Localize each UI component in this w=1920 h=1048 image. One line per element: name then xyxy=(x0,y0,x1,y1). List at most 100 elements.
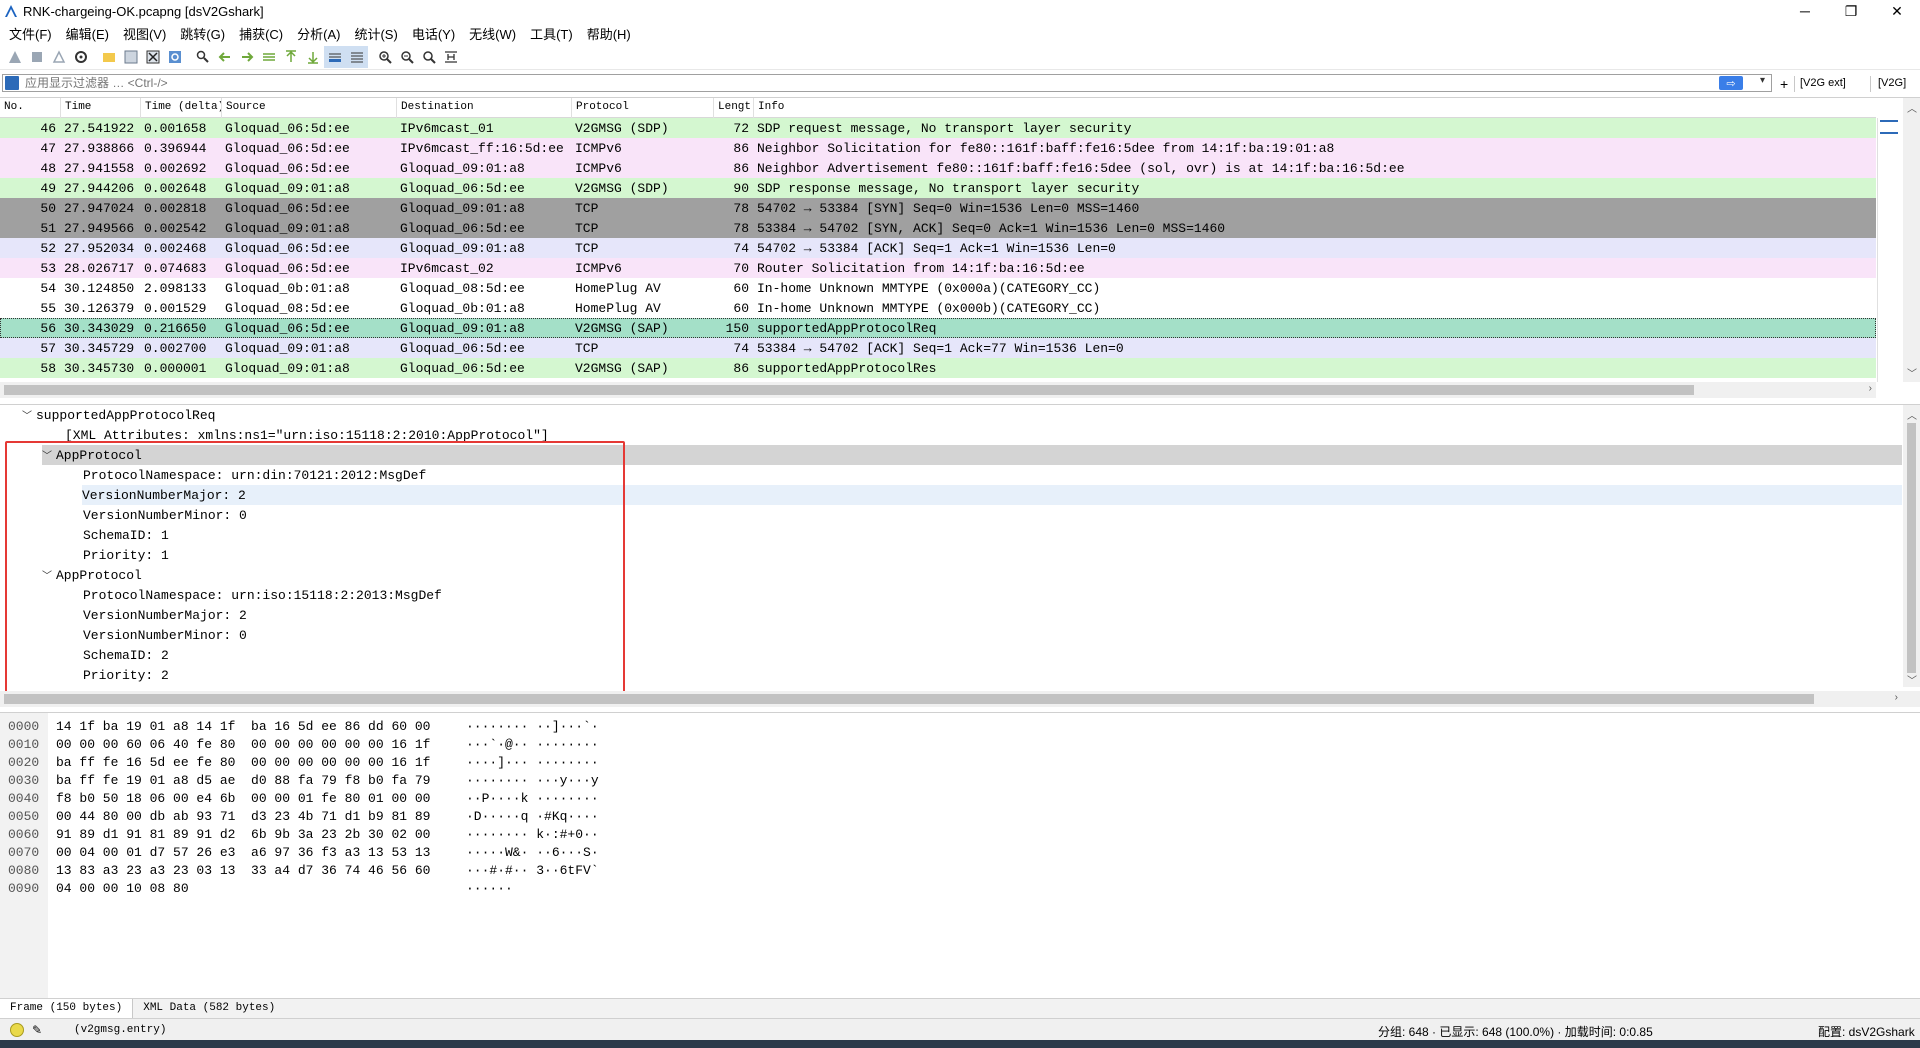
scroll-up-icon[interactable]: ︿ xyxy=(1907,100,1917,115)
byte-hex[interactable]: 04 00 00 10 08 80 xyxy=(56,881,189,899)
scroll-down-icon[interactable]: ﹀ xyxy=(1907,365,1917,380)
byte-ascii[interactable]: ·····W&· ··6···S· xyxy=(466,845,599,863)
scroll-thumb[interactable] xyxy=(1907,423,1916,673)
menu-view[interactable]: 视图(V) xyxy=(116,24,173,43)
byte-ascii[interactable]: ···#·#·· 3··6tFV` xyxy=(466,863,599,881)
edit-comment-icon[interactable]: ✎ xyxy=(32,1023,42,1037)
details-vertical-scrollbar[interactable]: ︿ ﹀ xyxy=(1903,405,1920,687)
column-header-info[interactable]: Info xyxy=(754,98,1876,118)
menu-telephony[interactable]: 电话(Y) xyxy=(405,24,462,43)
menu-statistics[interactable]: 统计(S) xyxy=(347,24,404,43)
packet-minimap[interactable] xyxy=(1877,118,1899,382)
byte-ascii[interactable]: ······ xyxy=(466,881,513,899)
packet-row[interactable]: 50 27.947024 0.002818 Gloquad_06:5d:ee Gloqu… xyxy=(0,198,1876,218)
packet-row[interactable]: 51 27.949566 0.002542 Gloquad_09:01:a8 Gloqu… xyxy=(0,218,1876,238)
maximize-button[interactable]: ❐ xyxy=(1828,0,1874,22)
colorize-icon[interactable] xyxy=(346,45,368,68)
first-packet-icon[interactable] xyxy=(280,46,302,68)
byte-hex[interactable]: 13 83 a3 23 a3 23 03 13 33 a4 d7 36 74 4… xyxy=(56,863,430,881)
packet-list-vertical-scrollbar[interactable]: ︿ ﹀ xyxy=(1903,98,1920,382)
byte-ascii[interactable]: ··P····k ········ xyxy=(466,791,599,809)
menu-go[interactable]: 跳转(G) xyxy=(173,24,232,43)
menu-help[interactable]: 帮助(H) xyxy=(580,24,638,43)
chevron-down-icon[interactable]: ▾ xyxy=(1760,75,1765,86)
column-header-source[interactable]: Source xyxy=(222,98,397,118)
packet-row[interactable]: 46 27.541922 0.001658 Gloquad_06:5d:ee IPv6m… xyxy=(0,118,1876,138)
details-horizontal-scrollbar[interactable]: › xyxy=(0,691,1920,707)
menu-file[interactable]: 文件(F) xyxy=(2,24,59,43)
packet-list-horizontal-scrollbar[interactable]: › xyxy=(0,382,1876,398)
byte-ascii[interactable]: ········ ··]···`· xyxy=(466,719,599,737)
menu-tools[interactable]: 工具(T) xyxy=(523,24,580,43)
byte-hex[interactable]: ba ff fe 19 01 a8 d5 ae d0 88 fa 79 f8 b… xyxy=(56,773,430,791)
add-filter-button[interactable]: + xyxy=(1780,76,1788,92)
v2g-filter-button[interactable]: [V2G] xyxy=(1878,77,1906,89)
options-gear-icon[interactable] xyxy=(70,46,92,68)
save-icon[interactable] xyxy=(120,46,142,68)
shark-fin-start-icon[interactable] xyxy=(4,46,26,68)
close-file-icon[interactable] xyxy=(142,46,164,68)
column-header-time-delta[interactable]: Time (delta) xyxy=(141,98,222,118)
byte-ascii[interactable]: ····]··· ········ xyxy=(466,755,599,773)
byte-ascii[interactable]: ········ ···y···y xyxy=(466,773,599,791)
column-header-destination[interactable]: Destination xyxy=(397,98,572,118)
byte-hex[interactable]: f8 b0 50 18 06 00 e4 6b 00 00 01 fe 80 0… xyxy=(56,791,430,809)
scroll-thumb[interactable] xyxy=(4,385,1694,395)
status-profile[interactable]: 配置: dsV2Gshark xyxy=(1818,1023,1915,1040)
stop-icon[interactable] xyxy=(26,46,48,68)
byte-ascii[interactable]: ···`·@·· ········ xyxy=(466,737,599,755)
packet-row[interactable]: 54 30.124850 2.098133 Gloquad_0b:01:a8 Gloqu… xyxy=(0,278,1876,298)
column-header-length[interactable]: Lengt! xyxy=(714,98,754,118)
close-button[interactable]: ✕ xyxy=(1874,0,1920,22)
byte-ascii[interactable]: ·D·····q ·#Kq···· xyxy=(466,809,599,827)
tree-item-root[interactable]: ﹀ supportedAppProtocolReq xyxy=(22,405,215,425)
packet-row[interactable]: 55 30.126379 0.001529 Gloquad_08:5d:ee Gloqu… xyxy=(0,298,1876,318)
menu-wireless[interactable]: 无线(W) xyxy=(462,24,523,43)
autoscroll-icon[interactable] xyxy=(324,45,346,68)
restart-icon[interactable] xyxy=(48,46,70,68)
packet-row[interactable]: 57 30.345729 0.002700 Gloquad_09:01:a8 Gloqu… xyxy=(0,338,1876,358)
byte-hex[interactable]: 14 1f ba 19 01 a8 14 1f ba 16 5d ee 86 d… xyxy=(56,719,430,737)
go-forward-icon[interactable] xyxy=(236,46,258,68)
display-filter-input[interactable] xyxy=(25,76,1725,90)
open-folder-icon[interactable] xyxy=(98,46,120,68)
byte-hex[interactable]: 91 89 d1 91 81 89 91 d2 6b 9b 3a 23 2b 3… xyxy=(56,827,430,845)
minimize-button[interactable]: ─ xyxy=(1782,0,1828,22)
column-header-protocol[interactable]: Protocol xyxy=(572,98,714,118)
resize-columns-icon[interactable] xyxy=(440,46,462,68)
scroll-right-icon[interactable]: › xyxy=(1895,692,1898,703)
menu-edit[interactable]: 编辑(E) xyxy=(59,24,116,43)
scroll-down-icon[interactable]: ﹀ xyxy=(1907,672,1917,687)
reload-icon[interactable] xyxy=(164,46,186,68)
scroll-thumb[interactable] xyxy=(4,694,1814,704)
packet-row[interactable]: 52 27.952034 0.002468 Gloquad_06:5d:ee Gloqu… xyxy=(0,238,1876,258)
packet-row[interactable]: 49 27.944206 0.002648 Gloquad_09:01:a8 Gloqu… xyxy=(0,178,1876,198)
byte-ascii[interactable]: ········ k·:#+0·· xyxy=(466,827,599,845)
arrow-right-icon[interactable]: ⇨ xyxy=(1719,76,1743,90)
packet-row[interactable]: 48 27.941558 0.002692 Gloquad_06:5d:ee Gloqu… xyxy=(0,158,1876,178)
go-back-icon[interactable] xyxy=(214,46,236,68)
packet-row[interactable]: 58 30.345730 0.000001 Gloquad_09:01:a8 Gloqu… xyxy=(0,358,1876,378)
byte-hex[interactable]: 00 04 00 01 d7 57 26 e3 a6 97 36 f3 a3 1… xyxy=(56,845,430,863)
packet-row[interactable]: 47 27.938866 0.396944 Gloquad_06:5d:ee IPv6m… xyxy=(0,138,1876,158)
bookmark-icon[interactable] xyxy=(5,76,19,90)
v2g-ext-filter-button[interactable]: [V2G ext] xyxy=(1800,77,1846,89)
packet-row[interactable]: 53 28.026717 0.074683 Gloquad_06:5d:ee IPv6m… xyxy=(0,258,1876,278)
zoom-reset-icon[interactable] xyxy=(418,46,440,68)
last-packet-icon[interactable] xyxy=(302,46,324,68)
menu-analyze[interactable]: 分析(A) xyxy=(290,24,347,43)
find-icon[interactable] xyxy=(192,46,214,68)
zoom-out-icon[interactable] xyxy=(396,46,418,68)
column-header-no[interactable]: No. xyxy=(0,98,61,118)
scroll-right-icon[interactable]: › xyxy=(1869,383,1872,394)
scroll-up-icon[interactable]: ︿ xyxy=(1907,407,1917,422)
byte-hex[interactable]: 00 44 80 00 db ab 93 71 d3 23 4b 71 d1 b… xyxy=(56,809,430,827)
byte-hex[interactable]: 00 00 00 60 06 40 fe 80 00 00 00 00 00 0… xyxy=(56,737,430,755)
packet-row[interactable]: 56 30.343029 0.216650 Gloquad_06:5d:ee Gloqu… xyxy=(0,318,1876,338)
go-to-packet-icon[interactable] xyxy=(258,46,280,68)
chevron-down-icon[interactable]: ﹀ xyxy=(22,407,36,423)
tab-xml-data-bytes[interactable]: XML Data (582 bytes) xyxy=(133,999,285,1018)
menu-capture[interactable]: 捕获(C) xyxy=(232,24,290,43)
column-header-time[interactable]: Time xyxy=(61,98,141,118)
zoom-in-icon[interactable] xyxy=(374,46,396,68)
